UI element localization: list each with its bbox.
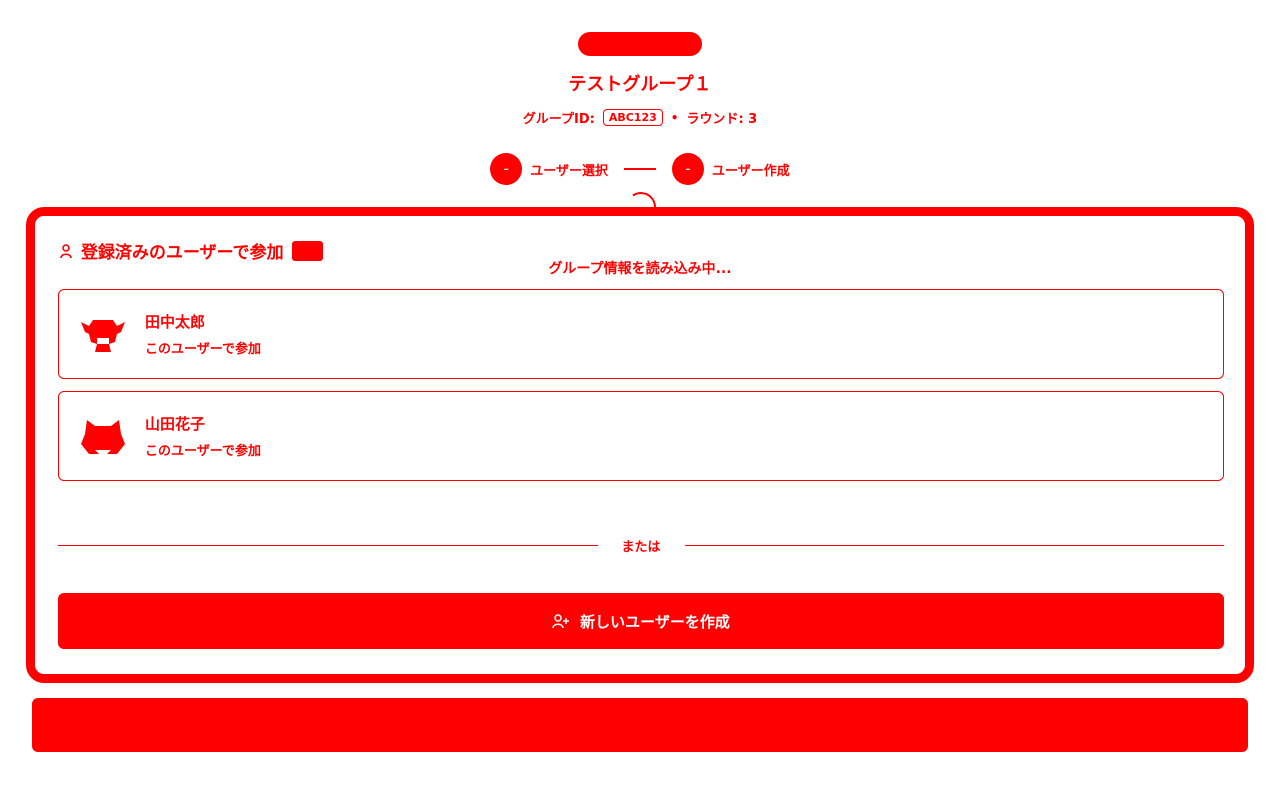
round-label: ラウンド: 3 bbox=[686, 112, 758, 127]
step-circle-1: – bbox=[490, 153, 523, 185]
step-label-1: ユーザー選択 bbox=[530, 163, 608, 179]
user-name: 山田花子 bbox=[145, 415, 206, 433]
divider-line-left bbox=[58, 545, 598, 546]
cow-avatar-icon bbox=[81, 320, 125, 352]
step-create-user: – ユーザー作成 bbox=[672, 153, 790, 185]
bottom-action-bar[interactable] bbox=[32, 698, 1248, 752]
group-id-label: グループID: bbox=[522, 112, 595, 127]
cat-avatar-icon bbox=[81, 420, 125, 454]
or-divider: または bbox=[58, 536, 1225, 555]
top-pill-badge bbox=[578, 32, 702, 56]
step-label-2: ユーザー作成 bbox=[712, 163, 790, 179]
create-new-user-button[interactable]: 新しいユーザーを作成 bbox=[58, 593, 1224, 649]
user-icon bbox=[60, 243, 72, 258]
step-indicator: – ユーザー選択 – ユーザー作成 bbox=[0, 153, 1280, 185]
step-select-user: – ユーザー選択 bbox=[490, 153, 608, 185]
divider-line-right bbox=[684, 545, 1225, 546]
user-info: 山田花子 このユーザーで参加 bbox=[145, 413, 261, 459]
user-info: 田中太郎 このユーザーで参加 bbox=[145, 311, 261, 357]
create-button-label: 新しいユーザーを作成 bbox=[580, 612, 730, 631]
user-join-action: このユーザーで参加 bbox=[145, 444, 261, 459]
add-user-icon bbox=[552, 614, 570, 629]
user-card[interactable]: 山田花子 このユーザーで参加 bbox=[58, 391, 1224, 481]
step-connector bbox=[624, 168, 656, 170]
loading-text: グループ情報を読み込み中... bbox=[548, 261, 732, 277]
group-title: テストグループ１ bbox=[568, 74, 712, 95]
group-meta: グループID: ABC123 • ラウンド: 3 bbox=[0, 108, 1280, 127]
group-id-badge: ABC123 bbox=[602, 109, 663, 126]
user-card[interactable]: 田中太郎 このユーザーで参加 bbox=[58, 289, 1224, 379]
meta-separator: • bbox=[670, 110, 679, 125]
divider-text: または bbox=[621, 540, 661, 555]
join-card: 登録済みのユーザーで参加 グループ情報を読み込み中... 田中太郎 このユーザー… bbox=[26, 207, 1254, 683]
step-circle-2: – bbox=[672, 153, 704, 185]
user-name: 田中太郎 bbox=[145, 313, 206, 331]
user-join-action: このユーザーで参加 bbox=[145, 342, 261, 357]
